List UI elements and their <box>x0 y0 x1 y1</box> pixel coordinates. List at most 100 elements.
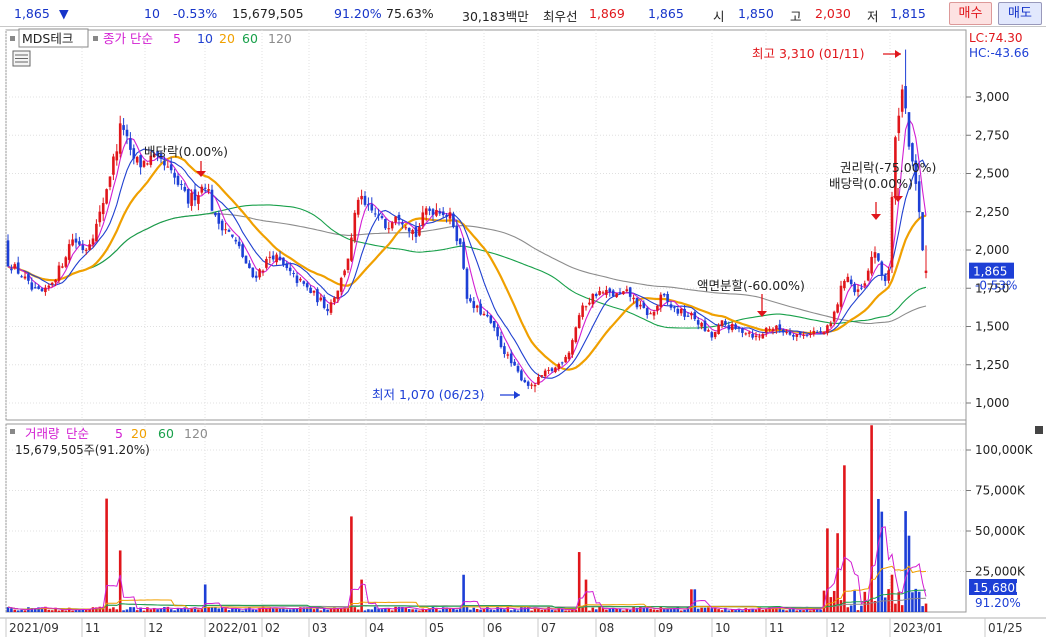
volume-bar <box>727 610 731 612</box>
volume-bar <box>248 607 251 612</box>
quote-bar: 1,865 ▼ 10 -0.53% 15,679,505 91.20% 75.6… <box>0 0 1046 27</box>
candle-body <box>210 189 214 211</box>
candle-body <box>462 241 465 269</box>
volume-bar <box>713 608 717 612</box>
candle-body <box>220 220 224 231</box>
candle-body <box>20 276 23 278</box>
volume-bar <box>135 610 139 612</box>
volume-bar <box>108 608 112 612</box>
candle-body <box>288 267 292 272</box>
x-tick-label: 2022/01 <box>208 621 258 635</box>
candle-body <box>741 328 744 333</box>
ma-period-120: 120 <box>268 31 292 46</box>
candle-body <box>764 327 768 333</box>
candle-body <box>577 315 581 328</box>
candle-body <box>183 186 187 191</box>
volume-bar <box>717 609 720 612</box>
candle-body <box>309 287 312 294</box>
turnover-rate: 75.63% <box>386 6 434 21</box>
volume-bar <box>921 606 924 612</box>
volume-bar <box>16 610 20 612</box>
candle-body <box>173 172 176 178</box>
volume-bar <box>802 610 805 612</box>
candle-body <box>907 112 911 147</box>
candle-body <box>346 258 350 270</box>
volume-bar <box>564 610 567 612</box>
candle-body <box>271 255 275 260</box>
volume-axis-label: 75,000K <box>975 484 1026 498</box>
candle-body <box>139 155 142 168</box>
candle-body <box>254 275 258 278</box>
candle-body <box>438 211 442 214</box>
candle-body <box>703 320 707 331</box>
candle-body <box>720 320 724 326</box>
low-price: 1,815 <box>890 6 926 21</box>
volume-axis-label: 50,000K <box>975 524 1026 538</box>
volume-bar <box>390 610 394 612</box>
candle-body <box>224 229 227 231</box>
volume-bar <box>744 608 748 612</box>
candle-body <box>537 377 540 385</box>
volume-bar <box>149 609 153 612</box>
candle-body <box>166 166 170 168</box>
volume-bar <box>200 609 204 612</box>
volume-bar <box>350 516 353 612</box>
volume-bar <box>598 606 601 612</box>
volume-bar <box>537 608 540 612</box>
candle-body <box>47 285 51 288</box>
candle-body <box>312 290 316 293</box>
price-axis-label: 2,250 <box>975 205 1009 219</box>
candle-body <box>503 346 506 355</box>
candle-body <box>98 211 102 223</box>
buy-button[interactable]: 매수 <box>949 2 992 25</box>
price-axis-label: 2,500 <box>975 167 1009 181</box>
x-tick-label: 12 <box>148 621 163 635</box>
candle-body <box>339 277 343 292</box>
volume-bar <box>880 511 884 612</box>
candle-body <box>71 239 74 246</box>
candle-body <box>890 196 894 268</box>
volume-bar <box>50 610 54 612</box>
volume-bar <box>64 610 68 612</box>
volume-bar <box>411 609 414 612</box>
volume-bar <box>20 609 23 612</box>
volume-bar <box>227 610 231 612</box>
x-tick-label: 2023/01 <box>893 621 943 635</box>
candle-body <box>768 328 771 330</box>
candle-body <box>489 315 493 323</box>
candle-body <box>251 267 255 278</box>
price-axis-label: 1,000 <box>975 396 1009 410</box>
volume-bar <box>608 608 612 612</box>
x-tick-label: 01/25 <box>988 621 1023 635</box>
candle-body <box>207 189 210 191</box>
candle-body <box>241 244 244 257</box>
lc-label: LC:74.30 <box>969 31 1022 45</box>
candle-body <box>387 228 391 230</box>
volume-bar <box>904 511 907 612</box>
candle-body <box>887 270 890 281</box>
volume-tag-ratio: 91.20% <box>975 596 1021 610</box>
volume-bar <box>897 592 901 612</box>
stock-chart[interactable]: 2021/09 11 12 2022/01 02 03 04 05 06 07 08 09 10 11 12… <box>0 28 1046 637</box>
candle-body <box>190 192 193 206</box>
candle-body <box>282 257 285 266</box>
candle-body <box>798 332 802 335</box>
volume-bar <box>486 606 489 612</box>
x-tick-label: 03 <box>312 621 327 635</box>
candle-body <box>319 297 323 301</box>
volume-bar <box>234 608 238 612</box>
candle-body <box>135 156 139 163</box>
sell-button[interactable]: 매도 <box>998 2 1042 25</box>
candle-body <box>662 293 666 296</box>
candle-body <box>84 249 88 251</box>
candle-body <box>370 204 374 211</box>
volume-ma-period-20: 20 <box>131 426 147 441</box>
volume-bar <box>319 610 323 612</box>
volume-bar <box>159 608 163 612</box>
volume-bar <box>496 607 499 612</box>
volume-bar <box>924 603 928 612</box>
candle-body <box>880 261 884 276</box>
volume-bar <box>207 607 210 612</box>
volume-bar <box>540 609 544 612</box>
candle-body <box>860 287 863 289</box>
